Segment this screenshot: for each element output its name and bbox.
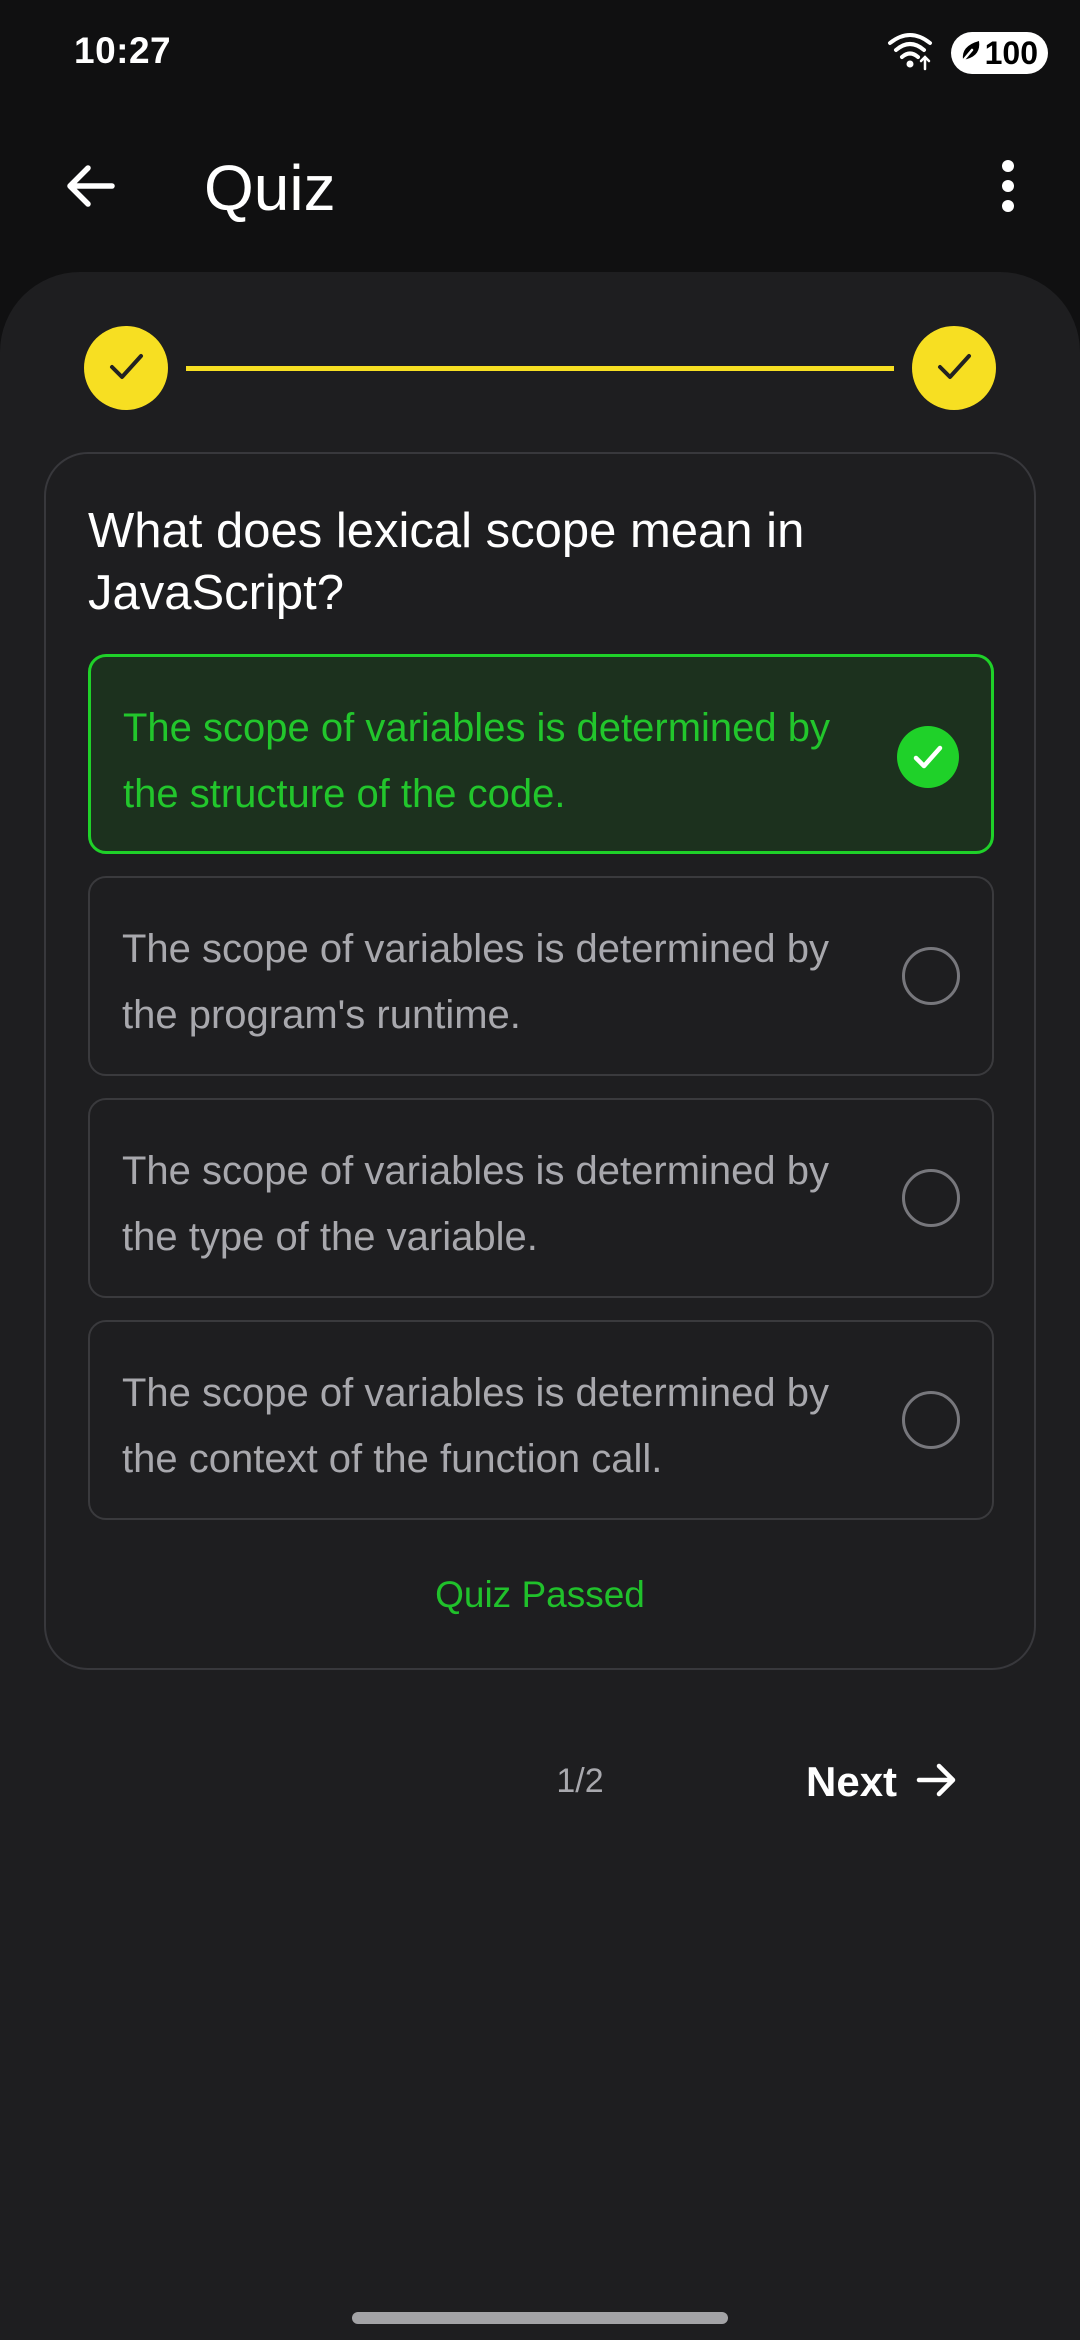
next-button[interactable]: Next <box>806 1732 959 1832</box>
battery-level: 100 <box>984 34 1038 71</box>
arrow-forward-icon <box>915 1758 959 1807</box>
answer-option-text: The scope of variables is determined by … <box>122 927 830 1037</box>
radio-button[interactable] <box>902 947 960 1005</box>
correct-check-icon <box>897 726 959 788</box>
quiz-result-text: Quiz Passed <box>435 1574 645 1615</box>
answer-option-text: The scope of variables is determined by … <box>122 1371 830 1481</box>
quiz-sheet: What does lexical scope mean in JavaScri… <box>0 272 1080 2340</box>
step-2-completed <box>912 326 996 410</box>
page-title: Quiz <box>204 152 336 224</box>
answer-option-2[interactable]: The scope of variables is determined by … <box>88 876 994 1076</box>
arrow-back-icon <box>62 158 118 219</box>
answer-option-text: The scope of variables is determined by … <box>123 706 831 816</box>
answer-option-3[interactable]: The scope of variables is determined by … <box>88 1098 994 1298</box>
progress-line <box>186 366 894 371</box>
progress-stepper <box>0 324 1080 412</box>
radio-button[interactable] <box>902 1169 960 1227</box>
home-indicator[interactable] <box>352 2312 728 2324</box>
back-button[interactable] <box>40 138 140 238</box>
wifi-icon <box>887 31 933 76</box>
question-text: What does lexical scope mean in JavaScri… <box>88 504 805 620</box>
status-bar: 10:27 100 <box>0 0 1080 110</box>
more-options-button[interactable] <box>958 138 1058 238</box>
next-button-label: Next <box>806 1758 898 1805</box>
battery-indicator: 100 <box>950 32 1048 74</box>
radio-button[interactable] <box>902 1391 960 1449</box>
answer-option-1[interactable]: The scope of variables is determined by … <box>88 654 994 854</box>
check-icon <box>106 346 146 391</box>
status-icons: 100 <box>887 30 1048 76</box>
status-time: 10:27 <box>74 30 172 71</box>
answer-option-4[interactable]: The scope of variables is determined by … <box>88 1320 994 1520</box>
step-1-completed <box>84 326 168 410</box>
more-vert-icon <box>998 158 1018 219</box>
battery-saver-icon <box>959 35 983 72</box>
answer-option-text: The scope of variables is determined by … <box>122 1149 830 1259</box>
check-icon <box>934 346 974 391</box>
page-indicator: 1/2 <box>556 1762 604 1800</box>
question-card: What does lexical scope mean in JavaScri… <box>44 452 1036 1670</box>
app-bar: Quiz <box>0 110 1080 270</box>
